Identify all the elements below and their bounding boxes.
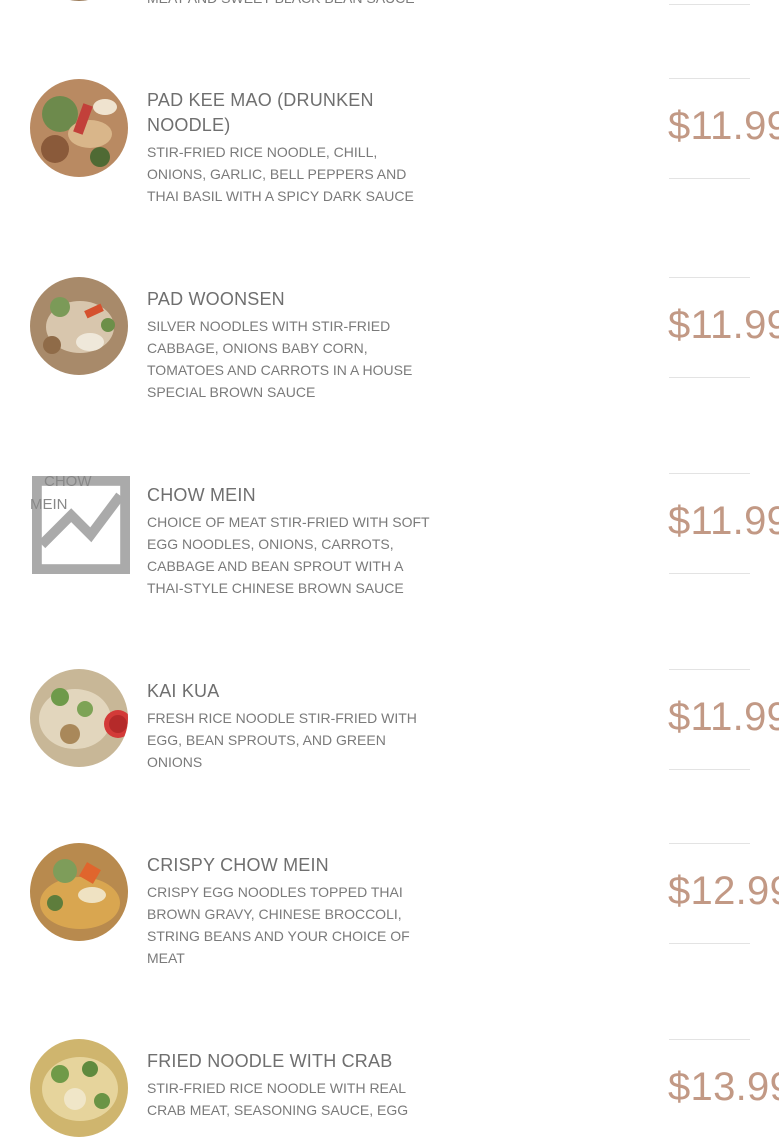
item-price: $11.99 — [668, 303, 779, 347]
item-price: $12.99 — [668, 869, 779, 913]
dish-photo — [30, 277, 128, 375]
price-divider — [669, 4, 750, 5]
price-divider — [669, 377, 750, 378]
item-description: CHOICE OF MEAT STIR-FRIED WITH SOFT EGG … — [147, 514, 430, 596]
dish-photo — [30, 79, 128, 177]
item-name: KAI KUA — [147, 681, 220, 701]
dish-photo — [30, 669, 128, 767]
item-description: FRESH RICE NOODLE STIR-FRIED WITH EGG, B… — [147, 710, 417, 770]
item-description: STIR-FRIED RICE NOODLE, CHILL, ONIONS, G… — [147, 144, 414, 204]
item-name: CHOW MEIN — [147, 485, 256, 505]
price-divider — [669, 769, 750, 770]
price-divider — [669, 669, 750, 670]
item-name: PAD WOONSEN — [147, 289, 285, 309]
item-name: PAD KEE MAO (DRUNKEN NOODLE) — [147, 90, 374, 135]
price-divider — [669, 943, 750, 944]
image-alt-text: CHOW MEIN — [30, 473, 92, 513]
dish-photo — [30, 843, 128, 941]
price-divider — [669, 843, 750, 844]
price-divider — [669, 178, 750, 179]
dish-photo — [30, 0, 128, 1]
dish-photo: CHOW MEIN — [30, 473, 130, 574]
dish-photo — [30, 1039, 128, 1137]
item-name: CRISPY CHOW MEIN — [147, 855, 329, 875]
price-divider — [669, 1039, 750, 1040]
item-description: STIR-FRIED RICE NOODLE WITH REAL CRAB ME… — [147, 1080, 409, 1118]
item-price: $11.99 — [668, 499, 779, 543]
item-price: $11.99 — [668, 695, 779, 739]
item-price: $11.99 — [668, 104, 779, 148]
item-name: FRIED NOODLE WITH CRAB — [147, 1051, 393, 1071]
price-divider — [669, 573, 750, 574]
item-price: $13.99 — [668, 1065, 779, 1109]
price-divider — [669, 473, 750, 474]
item-description: MEAT AND SWEET BLACK BEAN SAUCE — [147, 0, 437, 9]
price-divider — [669, 277, 750, 278]
item-description: CRISPY EGG NOODLES TOPPED THAI BROWN GRA… — [147, 884, 410, 966]
item-description: SILVER NOODLES WITH STIR-FRIED CABBAGE, … — [147, 318, 413, 400]
price-divider — [669, 78, 750, 79]
